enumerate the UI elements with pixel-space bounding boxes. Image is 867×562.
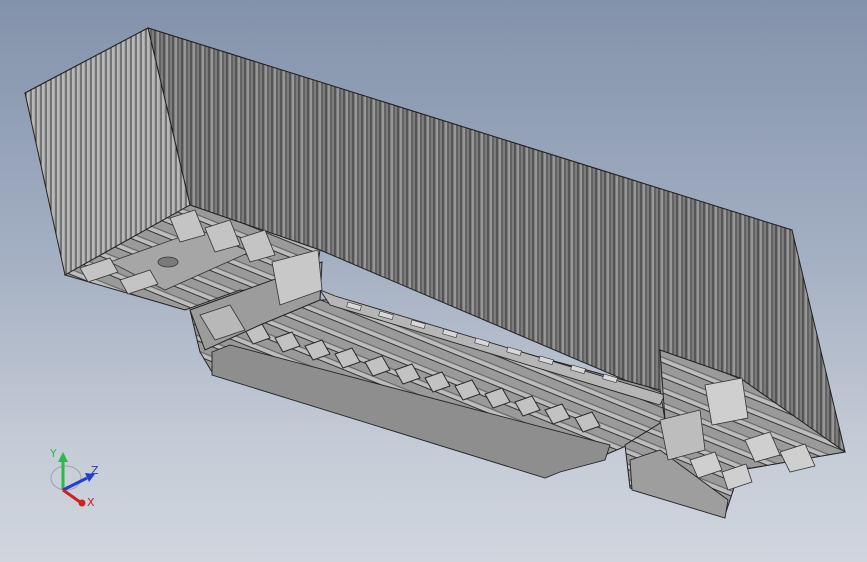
triad-background	[50, 465, 82, 491]
rear-box-light	[704, 377, 749, 426]
y-axis-label: Y	[49, 447, 57, 460]
kingpin	[157, 256, 179, 268]
z-axis-label: Z	[91, 464, 99, 477]
orientation-triad[interactable]: Y Z X	[40, 440, 110, 515]
x-axis-label: X	[87, 496, 95, 509]
x-axis-icon	[62, 488, 81, 504]
y-arrow-icon	[58, 452, 68, 462]
graphics-viewport[interactable]: Y Z X	[0, 0, 867, 562]
x-arrow-icon	[78, 499, 86, 507]
trailer-3d-model[interactable]	[0, 0, 867, 562]
